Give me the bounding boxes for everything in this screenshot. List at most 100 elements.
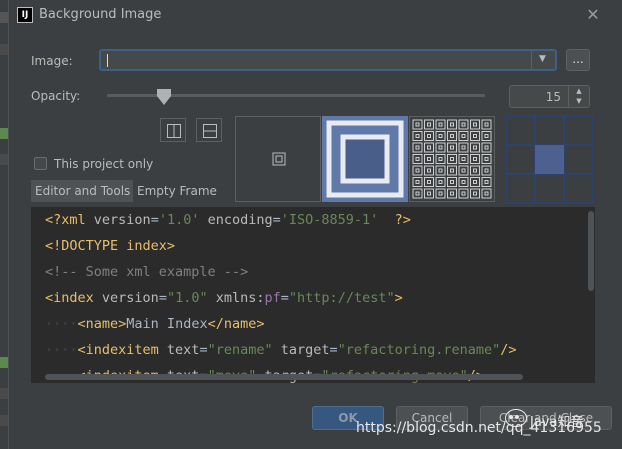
split-vertical-icon	[167, 124, 181, 138]
tile-square	[458, 177, 469, 187]
code-token: "http://test"	[288, 290, 395, 306]
tile-square	[435, 154, 446, 164]
tile-square-inner	[473, 134, 477, 138]
horizontal-scrollbar[interactable]	[45, 374, 523, 380]
tile-square	[447, 165, 457, 176]
anchor-middle-left[interactable]	[506, 145, 535, 174]
tile-square-inner	[415, 180, 420, 184]
tile-square	[458, 188, 469, 199]
background-marker	[0, 357, 8, 368]
tile-square	[424, 131, 434, 141]
scrollbar-thumb[interactable]	[588, 211, 594, 291]
tile-square-inner	[438, 191, 443, 196]
background-ide-strip	[0, 0, 8, 449]
code-token: ····	[45, 342, 78, 358]
background-image-dialog: IJ Background Image ✕ Image: ▼ ... Opaci…	[8, 0, 622, 449]
opacity-spinner[interactable]: 15 ▲ ▼	[509, 85, 590, 108]
background-marker	[0, 388, 8, 399]
tab-editor-and-tools[interactable]: Editor and Tools	[31, 180, 133, 202]
tile-square-inner	[461, 168, 466, 173]
code-preview-editor[interactable]: <?xml version='1.0' encoding='ISO-8859-1…	[31, 207, 595, 383]
code-token: =	[272, 212, 281, 228]
anchor-middle-right[interactable]	[564, 145, 593, 174]
vertical-scrollbar[interactable]	[587, 207, 595, 383]
code-token: =	[158, 290, 167, 306]
close-icon[interactable]: ✕	[583, 5, 603, 25]
tile-square-inner	[473, 191, 477, 196]
tile-square	[470, 119, 480, 130]
split-horizontal-button[interactable]	[196, 118, 222, 142]
opacity-slider-thumb[interactable]	[156, 89, 171, 105]
fill-mode-tile-option[interactable]	[409, 116, 495, 202]
image-label: Image:	[31, 54, 73, 68]
this-project-only-label: This project only	[54, 157, 154, 171]
tile-square	[447, 142, 457, 153]
tile-square-inner	[473, 168, 477, 173]
chevron-down-icon[interactable]: ▼	[539, 54, 546, 64]
tile-square-inner	[438, 168, 443, 173]
tile-square-inner	[461, 180, 466, 184]
tile-square	[458, 131, 469, 141]
anchor-top-right[interactable]	[564, 116, 593, 145]
tile-square-inner	[484, 157, 489, 161]
wechat-logo-icon	[505, 409, 527, 427]
fill-mode-center-option[interactable]	[235, 116, 321, 202]
anchor-bottom-right[interactable]	[564, 174, 593, 203]
tile-square-inner	[415, 145, 420, 150]
tile-square-inner	[461, 134, 466, 138]
tile-square	[412, 154, 423, 164]
tile-square	[481, 177, 492, 187]
this-project-only-checkbox[interactable]	[34, 157, 47, 170]
image-path-combobox[interactable]: ▼	[99, 49, 557, 71]
tile-square-inner	[450, 122, 454, 127]
tile-square	[447, 119, 457, 130]
code-token: 'ISO-8859-1'	[280, 212, 379, 228]
tile-square	[435, 142, 446, 153]
tile-square	[481, 142, 492, 153]
tile-square	[412, 188, 423, 199]
tile-square	[412, 119, 423, 130]
code-token: "1.0"	[166, 290, 208, 306]
tile-square-inner	[427, 157, 431, 161]
tile-square-inner	[450, 180, 454, 184]
tab-empty-frame[interactable]: Empty Frame	[133, 180, 219, 202]
tile-square-inner	[415, 191, 420, 196]
background-marker	[0, 44, 8, 55]
spinner-arrows-icon[interactable]: ▲ ▼	[568, 86, 589, 107]
tile-square-inner	[438, 145, 443, 150]
background-marker	[0, 154, 8, 165]
tile-square	[481, 131, 492, 141]
tile-square-inner	[427, 134, 431, 138]
tile-square-inner	[461, 122, 466, 127]
browse-button[interactable]: ...	[566, 49, 590, 71]
anchor-bottom-left[interactable]	[506, 174, 535, 203]
tile-square-inner	[473, 180, 477, 184]
anchor-top-left[interactable]	[506, 116, 535, 145]
image-path-input[interactable]	[107, 53, 527, 67]
anchor-middle-center[interactable]	[535, 145, 564, 174]
tile-square	[447, 177, 457, 187]
code-line: <index version="1.0" xmlns:pf="http://te…	[45, 288, 403, 308]
anchor-top-center[interactable]	[535, 116, 564, 145]
anchor-bottom-center[interactable]	[535, 174, 564, 203]
tile-square-inner	[450, 191, 454, 196]
split-vertical-button[interactable]	[160, 118, 186, 142]
code-token: <index	[45, 290, 102, 306]
background-marker	[0, 128, 8, 139]
tile-square	[424, 188, 434, 199]
code-token: version	[101, 290, 159, 306]
code-token: </name>	[207, 316, 265, 332]
tile-square-inner	[450, 145, 454, 150]
tile-square-inner	[438, 122, 443, 127]
tile-square	[458, 165, 469, 176]
code-token: xmlns:	[215, 290, 265, 306]
code-token: =	[150, 212, 159, 228]
fill-mode-scale-option[interactable]	[322, 116, 408, 202]
anchor-position-grid	[506, 116, 593, 203]
tile-square	[435, 177, 446, 187]
tile-square	[481, 154, 492, 164]
tile-square-inner	[461, 157, 466, 161]
background-marker	[0, 415, 8, 426]
